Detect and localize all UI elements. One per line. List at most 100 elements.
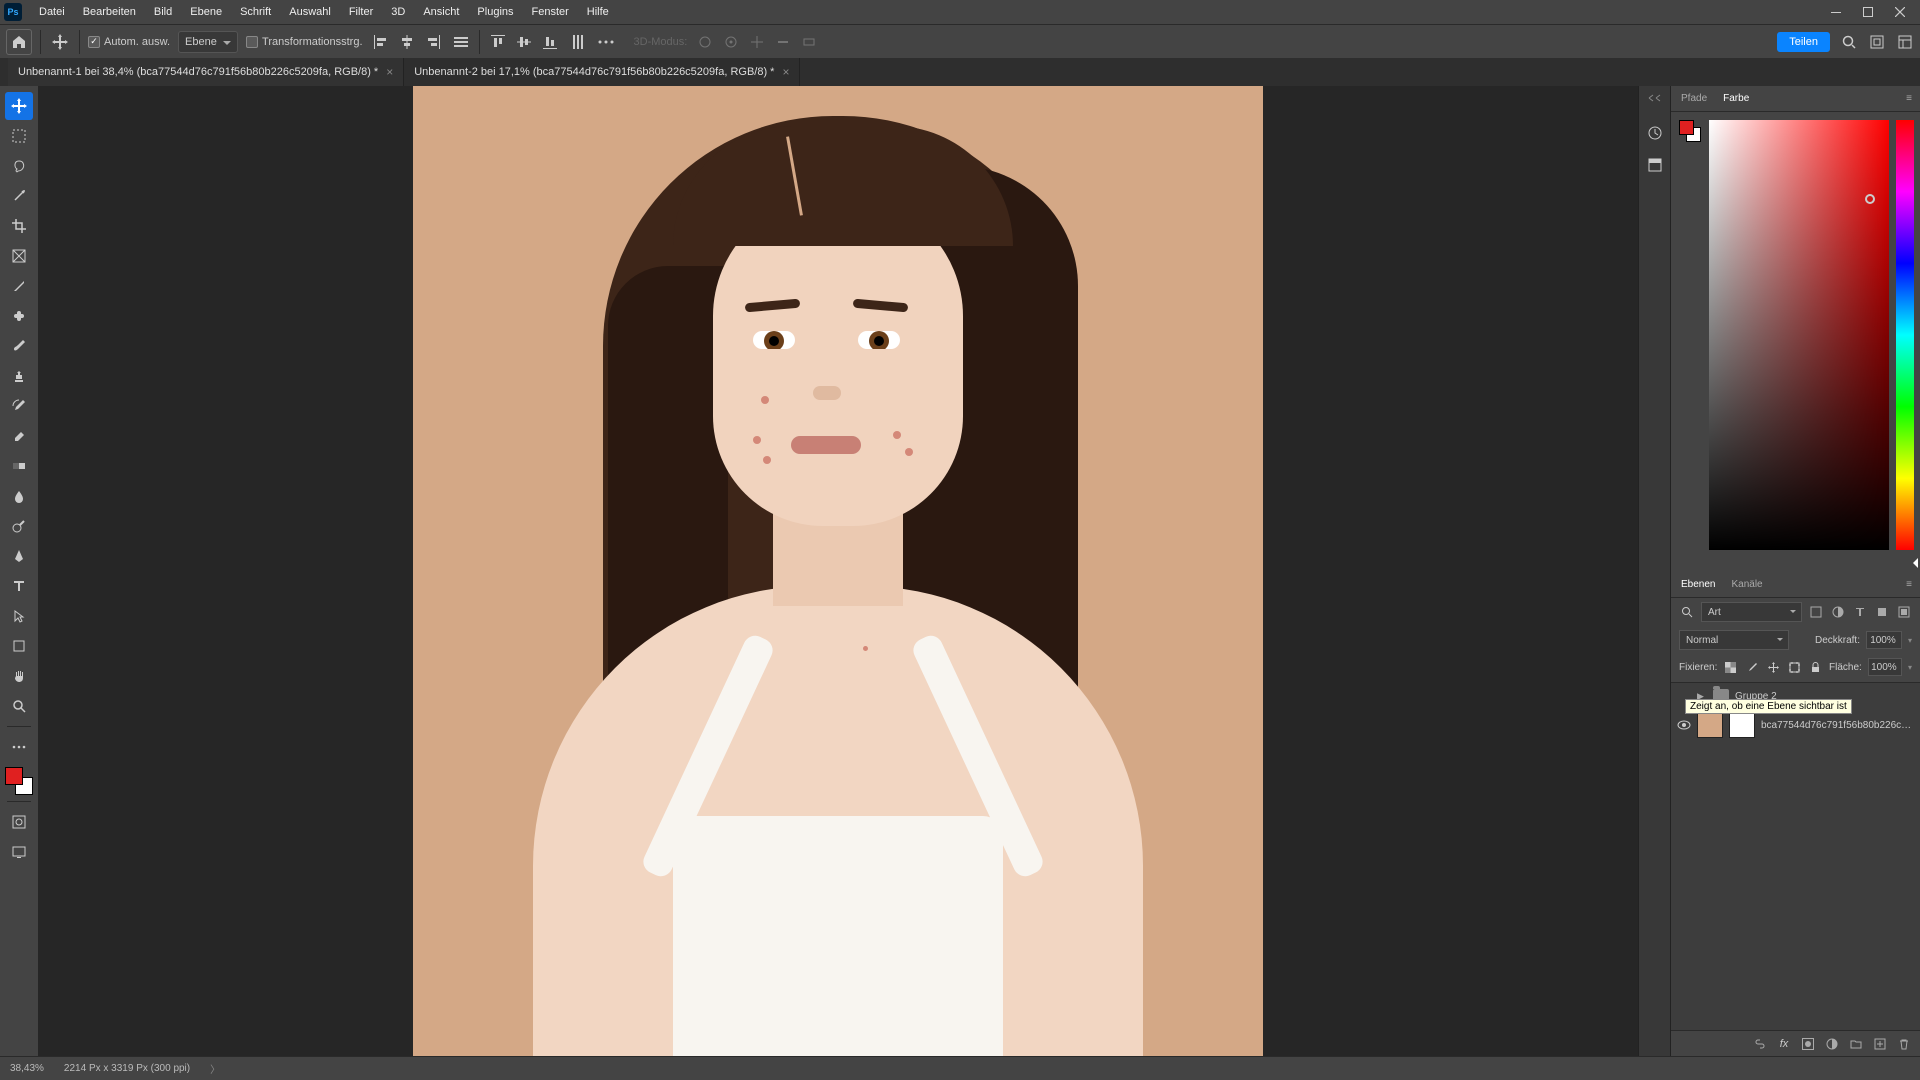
healing-brush-tool[interactable] (5, 302, 33, 330)
lock-position-icon[interactable] (1766, 659, 1781, 675)
distribute-icon[interactable] (451, 32, 471, 52)
tab-paths[interactable]: Pfade (1679, 87, 1709, 110)
shape-tool[interactable] (5, 632, 33, 660)
dodge-tool[interactable] (5, 512, 33, 540)
filter-adjust-icon[interactable] (1830, 604, 1846, 620)
align-left-icon[interactable] (371, 32, 391, 52)
search-icon[interactable] (1840, 33, 1858, 51)
hue-marker[interactable] (1908, 558, 1918, 568)
lock-all-icon[interactable] (1808, 659, 1823, 675)
crop-tool[interactable] (5, 212, 33, 240)
menu-ansicht[interactable]: Ansicht (414, 0, 468, 24)
align-right-icon[interactable] (423, 32, 443, 52)
clone-stamp-tool[interactable] (5, 362, 33, 390)
link-layers-icon[interactable] (1752, 1036, 1768, 1052)
foreground-color-swatch[interactable] (5, 767, 23, 785)
zoom-level[interactable]: 38,43% (10, 1063, 44, 1074)
delete-layer-icon[interactable] (1896, 1036, 1912, 1052)
layer-name[interactable]: bca77544d76c791f56b80b226c5209fa (1761, 720, 1914, 731)
magic-wand-tool[interactable] (5, 182, 33, 210)
layer-thumbnail[interactable] (1697, 712, 1723, 738)
menu-auswahl[interactable]: Auswahl (280, 0, 340, 24)
window-close-button[interactable] (1884, 0, 1916, 24)
window-maximize-button[interactable] (1852, 0, 1884, 24)
menu-schrift[interactable]: Schrift (231, 0, 280, 24)
properties-panel-icon[interactable] (1644, 154, 1666, 176)
menu-3d[interactable]: 3D (382, 0, 414, 24)
tab-layers[interactable]: Ebenen (1679, 573, 1717, 596)
layer-mask-thumbnail[interactable] (1729, 712, 1755, 738)
document-tab[interactable]: Unbenannt-2 bei 17,1% (bca77544d76c791f5… (404, 58, 800, 86)
window-minimize-button[interactable] (1820, 0, 1852, 24)
opacity-input[interactable]: 100% (1866, 631, 1902, 649)
pen-tool[interactable] (5, 542, 33, 570)
new-group-icon[interactable] (1848, 1036, 1864, 1052)
align-top-icon[interactable] (488, 32, 508, 52)
hand-tool[interactable] (5, 662, 33, 690)
history-brush-tool[interactable] (5, 392, 33, 420)
tab-channels[interactable]: Kanäle (1729, 573, 1764, 596)
eyedropper-tool[interactable] (5, 272, 33, 300)
screen-mode-toggle[interactable] (5, 838, 33, 866)
move-tool-indicator-icon[interactable] (49, 31, 71, 53)
visibility-toggle[interactable] (1677, 720, 1691, 730)
layer-effects-icon[interactable]: fx (1776, 1036, 1792, 1052)
panel-menu-icon[interactable]: ≡ (1906, 579, 1912, 590)
gradient-tool[interactable] (5, 452, 33, 480)
path-selection-tool[interactable] (5, 602, 33, 630)
history-panel-icon[interactable] (1644, 122, 1666, 144)
status-menu-icon[interactable]: 〉 (210, 1061, 220, 1076)
quickmask-toggle[interactable] (5, 808, 33, 836)
close-icon[interactable]: × (386, 65, 393, 79)
lock-transparent-icon[interactable] (1723, 659, 1738, 675)
menu-bearbeiten[interactable]: Bearbeiten (74, 0, 145, 24)
foreground-background-colors[interactable] (5, 767, 33, 795)
dock-expand-handle[interactable] (1643, 94, 1667, 104)
home-button[interactable] (6, 29, 32, 55)
mini-color-swatches[interactable] (1679, 120, 1701, 142)
align-center-h-icon[interactable] (397, 32, 417, 52)
brush-tool[interactable] (5, 332, 33, 360)
menu-ebene[interactable]: Ebene (181, 0, 231, 24)
distribute-v-icon[interactable] (568, 32, 588, 52)
share-button[interactable]: Teilen (1777, 32, 1830, 52)
edit-toolbar-icon[interactable] (5, 733, 33, 761)
lock-artboard-icon[interactable] (1787, 659, 1802, 675)
eraser-tool[interactable] (5, 422, 33, 450)
document-dimensions[interactable]: 2214 Px x 3319 Px (300 ppi) (64, 1063, 190, 1074)
type-tool[interactable] (5, 572, 33, 600)
lock-pixels-icon[interactable] (1744, 659, 1759, 675)
saturation-value-field[interactable] (1709, 120, 1889, 550)
zoom-tool[interactable] (5, 692, 33, 720)
sv-marker[interactable] (1865, 194, 1875, 204)
document-tab[interactable]: Unbenannt-1 bei 38,4% (bca77544d76c791f5… (8, 58, 404, 86)
menu-bild[interactable]: Bild (145, 0, 181, 24)
filter-smart-icon[interactable] (1896, 604, 1912, 620)
new-layer-icon[interactable] (1872, 1036, 1888, 1052)
filter-type-icon[interactable] (1852, 604, 1868, 620)
frame-tool[interactable] (5, 242, 33, 270)
transform-controls-checkbox[interactable]: Transformationsstrg. (246, 36, 362, 48)
document-canvas[interactable] (413, 86, 1263, 1056)
tab-color[interactable]: Farbe (1721, 87, 1751, 110)
hue-slider[interactable] (1896, 120, 1914, 550)
add-mask-icon[interactable] (1800, 1036, 1816, 1052)
blend-mode-select[interactable]: Normal (1679, 630, 1789, 650)
lasso-tool[interactable] (5, 152, 33, 180)
more-options-icon[interactable] (596, 32, 616, 52)
adjustment-layer-icon[interactable] (1824, 1036, 1840, 1052)
frame-tool-icon[interactable] (1868, 33, 1886, 51)
filter-shape-icon[interactable] (1874, 604, 1890, 620)
menu-fenster[interactable]: Fenster (523, 0, 578, 24)
auto-select-checkbox[interactable]: Autom. ausw. (88, 36, 170, 48)
blur-tool[interactable] (5, 482, 33, 510)
layer-filter-select[interactable]: Art (1701, 602, 1802, 622)
align-center-v-icon[interactable] (514, 32, 534, 52)
move-tool[interactable] (5, 92, 33, 120)
auto-select-target-select[interactable]: Ebene (178, 31, 238, 53)
panel-menu-icon[interactable]: ≡ (1906, 93, 1912, 104)
menu-datei[interactable]: Datei (30, 0, 74, 24)
align-bottom-icon[interactable] (540, 32, 560, 52)
search-icon[interactable] (1679, 604, 1695, 620)
canvas-area[interactable] (38, 86, 1638, 1056)
